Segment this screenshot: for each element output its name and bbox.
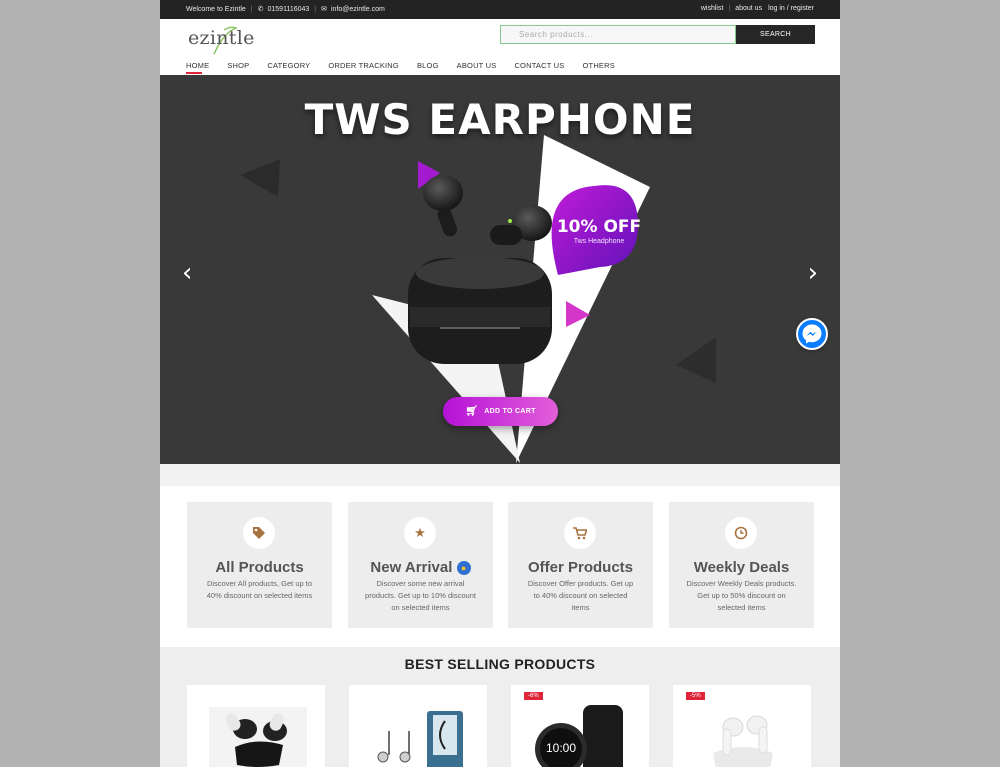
product-card[interactable] <box>187 685 325 767</box>
decor-triangle <box>676 337 716 383</box>
feature-description: Discover Offer products. Get up to 40% d… <box>527 579 634 612</box>
divider: | <box>728 5 731 12</box>
page: Welcome to Ezintle | ✆ 01591116043 | ✉ i… <box>160 0 840 767</box>
cart-icon: 🛒︎ <box>465 406 479 417</box>
email-link[interactable]: info@ezintle.com <box>331 6 385 13</box>
feature-title: Weekly Deals <box>693 559 790 576</box>
new-badge-icon: ● <box>456 561 471 575</box>
logo-text: ezintle <box>188 27 255 49</box>
feature-card-all-products[interactable]: All Products Discover All products, Get … <box>187 502 332 628</box>
nav-item-contact-us[interactable]: CONTACT US <box>514 61 564 70</box>
feature-description: Discover Weekly Deals products. Get up t… <box>686 579 797 612</box>
section-title: BEST SELLING PRODUCTS <box>404 656 596 672</box>
hero-slider: TWS EARPHONE 10% OFF Tws Headphone 🛒︎ AD… <box>160 75 840 464</box>
clock-icon <box>725 517 757 549</box>
nav-item-about-us[interactable]: ABOUT US <box>457 61 497 70</box>
feature-title: Offer Products <box>527 559 633 576</box>
tags-icon <box>243 517 275 549</box>
hero-title: TWS EARPHONE <box>304 95 696 144</box>
main-nav: HOME SHOP CATEGORY ORDER TRACKING BLOG A… <box>186 61 633 74</box>
feature-title-wrap: New Arrival ● <box>348 559 493 576</box>
discount-subtitle: Tws Headphone <box>573 238 625 245</box>
discount-badge: -5% <box>686 692 705 700</box>
search-input[interactable] <box>500 25 736 44</box>
feature-title: All Products <box>215 559 304 576</box>
feature-card-weekly-deals[interactable]: Weekly Deals Discover Weekly Deals produ… <box>669 502 814 628</box>
nav-item-category[interactable]: CATEGORY <box>267 61 310 70</box>
decor-triangle <box>240 159 280 197</box>
feature-description: Discover All products, Get up to 40% dis… <box>206 579 313 600</box>
messenger-chat-button[interactable] <box>796 318 828 350</box>
nav-item-home[interactable]: HOME <box>186 61 209 74</box>
divider: | <box>250 5 253 13</box>
add-to-cart-label: ADD TO CART <box>484 408 536 415</box>
feature-card-new-arrival[interactable]: ★ New Arrival ● Discover some new arriva… <box>348 502 493 628</box>
nav-item-others[interactable]: OTHERS <box>583 61 615 70</box>
nav-item-order-tracking[interactable]: ORDER TRACKING <box>328 61 399 70</box>
phone-icon: ✆ <box>257 6 264 13</box>
product-image-wired-earphones <box>377 711 463 767</box>
slider-next-arrow-icon[interactable]: › <box>808 258 818 288</box>
discount-badge: -6% <box>524 692 543 700</box>
product-card[interactable]: -5% <box>673 685 811 767</box>
feature-description: Discover some new arrival products. Get … <box>365 579 476 612</box>
login-register-link[interactable]: log in / register <box>768 5 814 12</box>
feature-title: New Arrival <box>370 559 453 576</box>
product-card[interactable]: -6% 10:00 <box>511 685 649 767</box>
divider: | <box>314 5 317 13</box>
cart-icon <box>564 517 596 549</box>
top-bar: Welcome to Ezintle | ✆ 01591116043 | ✉ i… <box>160 0 840 19</box>
product-card[interactable] <box>349 685 487 767</box>
nav-item-blog[interactable]: BLOG <box>417 61 439 70</box>
best-selling-section: BEST SELLING PRODUCTS -6% 10:00 -5% <box>160 647 840 767</box>
logo[interactable]: ezintle <box>186 24 254 55</box>
search-bar: SEARCH <box>500 25 815 44</box>
welcome-text: Welcome to Ezintle <box>186 5 246 13</box>
wishlist-link[interactable]: wishlist <box>701 5 724 12</box>
search-button[interactable]: SEARCH <box>736 25 815 44</box>
discount-percent: 10% OFF <box>556 217 642 237</box>
messenger-icon <box>802 324 822 344</box>
slider-prev-arrow-icon[interactable]: ‹ <box>182 258 192 288</box>
section-divider <box>160 464 840 486</box>
left-earbud <box>423 175 463 211</box>
product-image-black-earbuds <box>209 707 307 767</box>
envelope-icon: ✉ <box>321 6 327 13</box>
add-to-cart-button[interactable]: 🛒︎ ADD TO CART <box>443 397 558 426</box>
star-icon: ★ <box>404 517 436 549</box>
about-link[interactable]: about us <box>735 5 762 12</box>
feature-card-offer-products[interactable]: Offer Products Discover Offer products. … <box>508 502 653 628</box>
phone-number: 01591116043 <box>267 5 310 13</box>
watch-time: 10:00 <box>546 741 576 755</box>
nav-item-shop[interactable]: SHOP <box>227 61 249 70</box>
